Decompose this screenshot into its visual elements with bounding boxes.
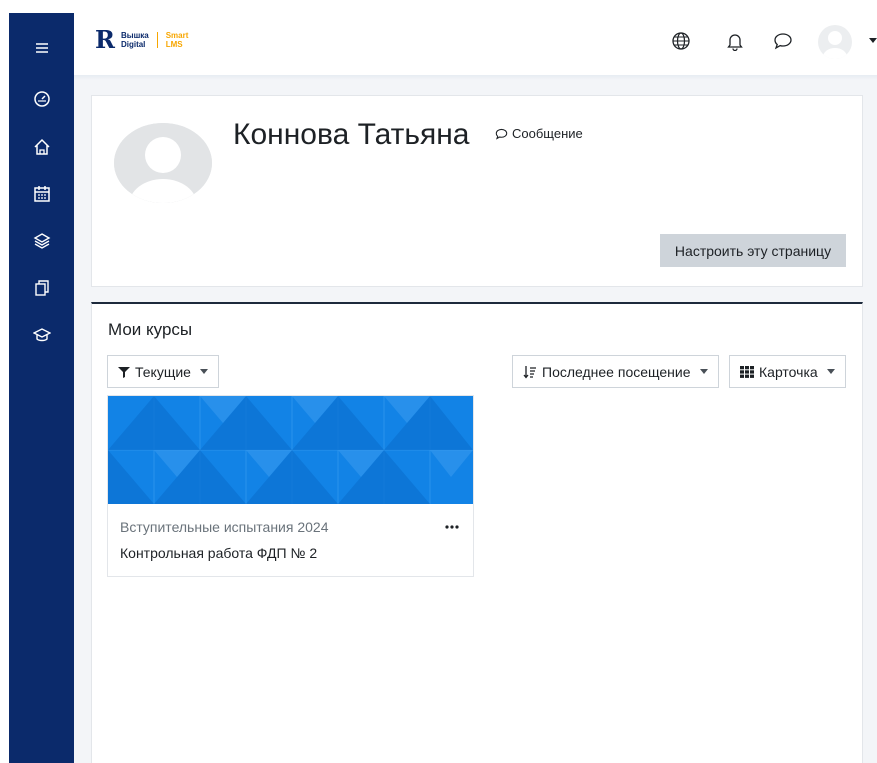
sidebar-item-files[interactable] xyxy=(9,271,74,305)
logo-text-block: Вышка Digital xyxy=(121,31,149,49)
logo-product2: LMS xyxy=(165,40,183,49)
sidebar-item-courses[interactable] xyxy=(9,224,74,258)
menu-toggle-button[interactable] xyxy=(9,31,74,65)
dashboard-icon xyxy=(33,91,50,107)
course-sort-label: Последнее посещение xyxy=(542,363,691,380)
sidebar xyxy=(9,13,74,763)
course-actions-menu[interactable] xyxy=(445,516,459,532)
sidebar-item-grades[interactable] xyxy=(9,318,74,352)
sort-icon xyxy=(523,365,536,379)
logo-line2: Digital xyxy=(120,40,146,49)
logo-mark: R xyxy=(95,25,115,54)
sidebar-item-home[interactable] xyxy=(9,130,74,164)
user-avatar-icon xyxy=(823,31,847,59)
chevron-down-icon xyxy=(826,369,835,374)
graduation-cap-icon xyxy=(32,328,51,342)
course-name-link[interactable]: Контрольная работа ФДП № 2 xyxy=(120,545,317,561)
profile-avatar-icon xyxy=(114,123,212,203)
chevron-down-icon xyxy=(199,369,208,374)
my-courses-title: Мои курсы xyxy=(108,320,193,339)
chat-icon xyxy=(774,33,792,50)
grid-view-icon xyxy=(740,365,754,378)
course-view-label: Карточка xyxy=(759,363,818,380)
layers-icon xyxy=(33,233,50,249)
course-view-dropdown[interactable]: Карточка xyxy=(729,355,846,388)
notifications-button[interactable] xyxy=(724,30,746,52)
messages-button[interactable] xyxy=(772,30,794,52)
chevron-down-icon xyxy=(699,369,708,374)
logo-divider xyxy=(156,32,158,48)
more-options-icon xyxy=(445,525,459,529)
course-sort-dropdown[interactable]: Последнее посещение xyxy=(512,355,719,388)
home-icon xyxy=(33,138,50,155)
send-message-link[interactable]: Сообщение xyxy=(495,126,583,141)
files-icon xyxy=(34,280,49,296)
logo-product1: Smart xyxy=(165,31,189,40)
logo-line1: Вышка xyxy=(120,31,149,40)
chat-icon xyxy=(495,128,508,140)
top-navbar xyxy=(74,13,877,75)
globe-icon xyxy=(672,32,690,50)
bell-icon xyxy=(727,34,743,51)
course-filter-dropdown[interactable]: Текущие xyxy=(107,355,219,388)
user-menu-avatar[interactable] xyxy=(818,25,852,59)
course-pattern-image xyxy=(108,396,473,504)
user-menu-caret-icon[interactable] xyxy=(869,38,877,43)
customize-page-button[interactable]: Настроить эту страницу xyxy=(660,234,846,267)
sidebar-item-dashboard[interactable] xyxy=(9,82,74,116)
menu-icon xyxy=(35,43,48,53)
filter-icon xyxy=(118,366,130,378)
profile-name: Коннова Татьяна xyxy=(233,118,470,151)
site-logo[interactable]: R Вышка Digital Smart LMS xyxy=(95,25,189,54)
course-filter-label: Текущие xyxy=(135,363,191,380)
course-card-image[interactable] xyxy=(108,396,473,504)
calendar-icon xyxy=(33,186,50,202)
send-message-label: Сообщение xyxy=(512,126,583,141)
course-category: Вступительные испытания 2024 xyxy=(120,519,329,535)
language-button[interactable] xyxy=(670,30,692,52)
profile-avatar xyxy=(114,123,212,203)
sidebar-item-calendar[interactable] xyxy=(9,177,74,211)
logo-product-block: Smart LMS xyxy=(166,31,189,49)
